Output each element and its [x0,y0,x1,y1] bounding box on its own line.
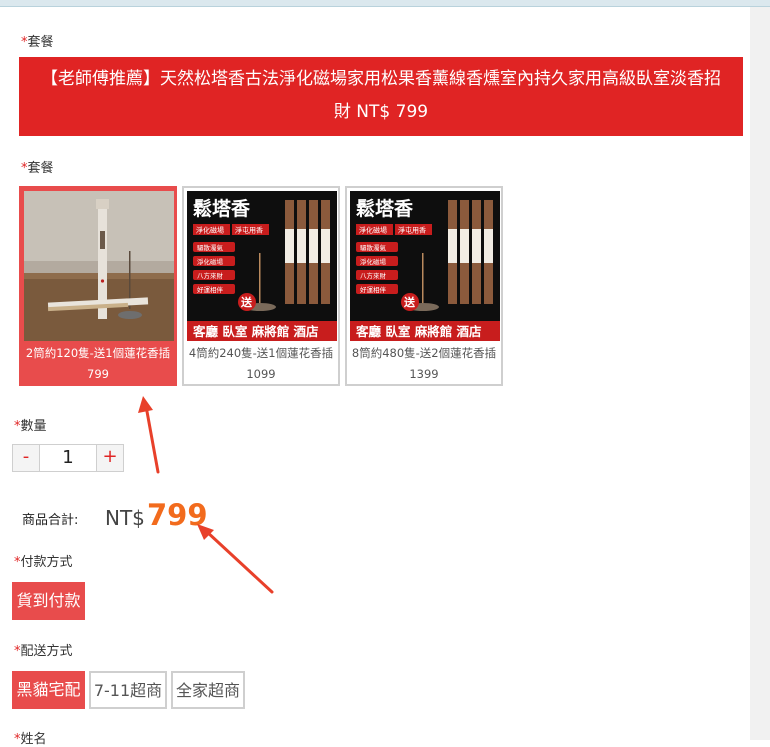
poster-bullet: 淨化磁場 [360,257,387,266]
poster-bullet: 淨化磁場 [197,257,224,266]
poster-bullet: 驅散濁氣 [197,243,224,252]
shipping-option-blackcat[interactable]: 黑貓宅配 [12,671,85,709]
total-currency: NT$ [105,506,145,530]
poster-bullet: 好運相伴 [197,285,224,294]
poster-bullet: 八方來財 [197,271,224,280]
quantity-stepper[interactable]: - 1 + [12,444,124,472]
name-label: *姓名 [14,728,47,747]
top-border [0,0,770,7]
poster-title: 鬆塔香 [193,197,251,220]
total-amount: 799 [147,498,208,532]
scrollbar-gutter[interactable] [750,7,770,740]
package-price: 1399 [409,367,439,381]
poster-bullet: 驅散濁氣 [360,243,387,252]
package-option-1[interactable]: 2筒約120隻-送1個蓮花香插 799 [19,186,177,386]
package-caption: 8筒約480隻-送2個蓮花香插 1399 [347,343,501,385]
package-caption: 4筒約240隻-送1個蓮花香插 1099 [184,343,338,385]
poster-footer: 客廳 臥室 麻將館 酒店 [355,324,482,339]
product-title-banner[interactable]: 【老師傅推薦】天然松塔香古法淨化磁場家用松果香薰線香燻室內持久家用高級臥室淡香招… [19,57,743,136]
poster-bullet: 八方來財 [360,271,387,280]
poster-subtitle-b: 淨屯用香 [235,226,263,235]
quantity-label: *數量 [14,415,47,434]
quantity-label-text: 數量 [20,419,47,434]
quantity-plus-button[interactable]: + [97,445,123,471]
poster-bullet: 好運相伴 [360,285,387,294]
total-label: 商品合計: [22,513,79,528]
package-option-3[interactable]: 鬆塔香 淨化磁場 淨屯用香 驅散濁氣 淨化磁場 八方來財 好運相伴 送 客廳 臥… [345,186,503,386]
payment-option-cod[interactable]: 貨到付款 [12,582,85,620]
package-option-label-text: 套餐 [27,161,54,176]
payment-label-text: 付款方式 [20,555,73,570]
poster-gift-badge: 送 [240,295,253,309]
quantity-input[interactable]: 1 [39,445,97,471]
annotation-arrow-total [197,524,274,594]
shipping-option-711[interactable]: 7-11超商 [89,671,167,709]
payment-label: *付款方式 [14,551,73,570]
poster-subtitle-a: 淨化磁場 [359,226,387,235]
package-price: 1099 [246,367,276,381]
poster-subtitle-a: 淨化磁場 [196,226,224,235]
package-option-2[interactable]: 鬆塔香 淨化磁場 淨屯用香 驅散濁氣 淨化磁場 八方來財 好運相伴 送 客廳 臥… [182,186,340,386]
package-photo [24,191,174,341]
package-caption: 2筒約120隻-送1個蓮花香插 799 [21,343,175,385]
shipping-option-familymart[interactable]: 全家超商 [171,671,245,709]
package-poster: 鬆塔香 淨化磁場 淨屯用香 驅散濁氣 淨化磁場 八方來財 好運相伴 送 客廳 臥… [350,191,500,341]
poster-subtitle-b: 淨屯用香 [398,226,426,235]
package-label-text: 套餐 [27,35,54,50]
package-caption-text: 4筒約240隻-送1個蓮花香插 [188,346,334,360]
poster-gift-badge: 送 [403,295,416,309]
product-title: 【老師傅推薦】天然松塔香古法淨化磁場家用松果香薰線香燻室內持久家用高級臥室淡香招… [41,69,721,122]
package-poster: 鬆塔香 淨化磁場 淨屯用香 驅散濁氣 淨化磁場 八方來財 好運相伴 送 客廳 臥… [187,191,337,341]
shipping-label: *配送方式 [14,640,73,659]
poster-title: 鬆塔香 [356,197,414,220]
poster-footer: 客廳 臥室 麻將館 酒店 [192,324,319,339]
quantity-minus-button[interactable]: - [13,445,39,471]
package-caption-text: 2筒約120隻-送1個蓮花香插 [25,346,171,360]
annotation-arrow-package [138,396,160,474]
shipping-label-text: 配送方式 [20,644,73,659]
package-label: *套餐 [21,31,54,50]
package-price: 799 [87,367,109,381]
package-caption-text: 8筒約480隻-送2個蓮花香插 [351,346,497,360]
package-option-label: *套餐 [21,157,54,176]
